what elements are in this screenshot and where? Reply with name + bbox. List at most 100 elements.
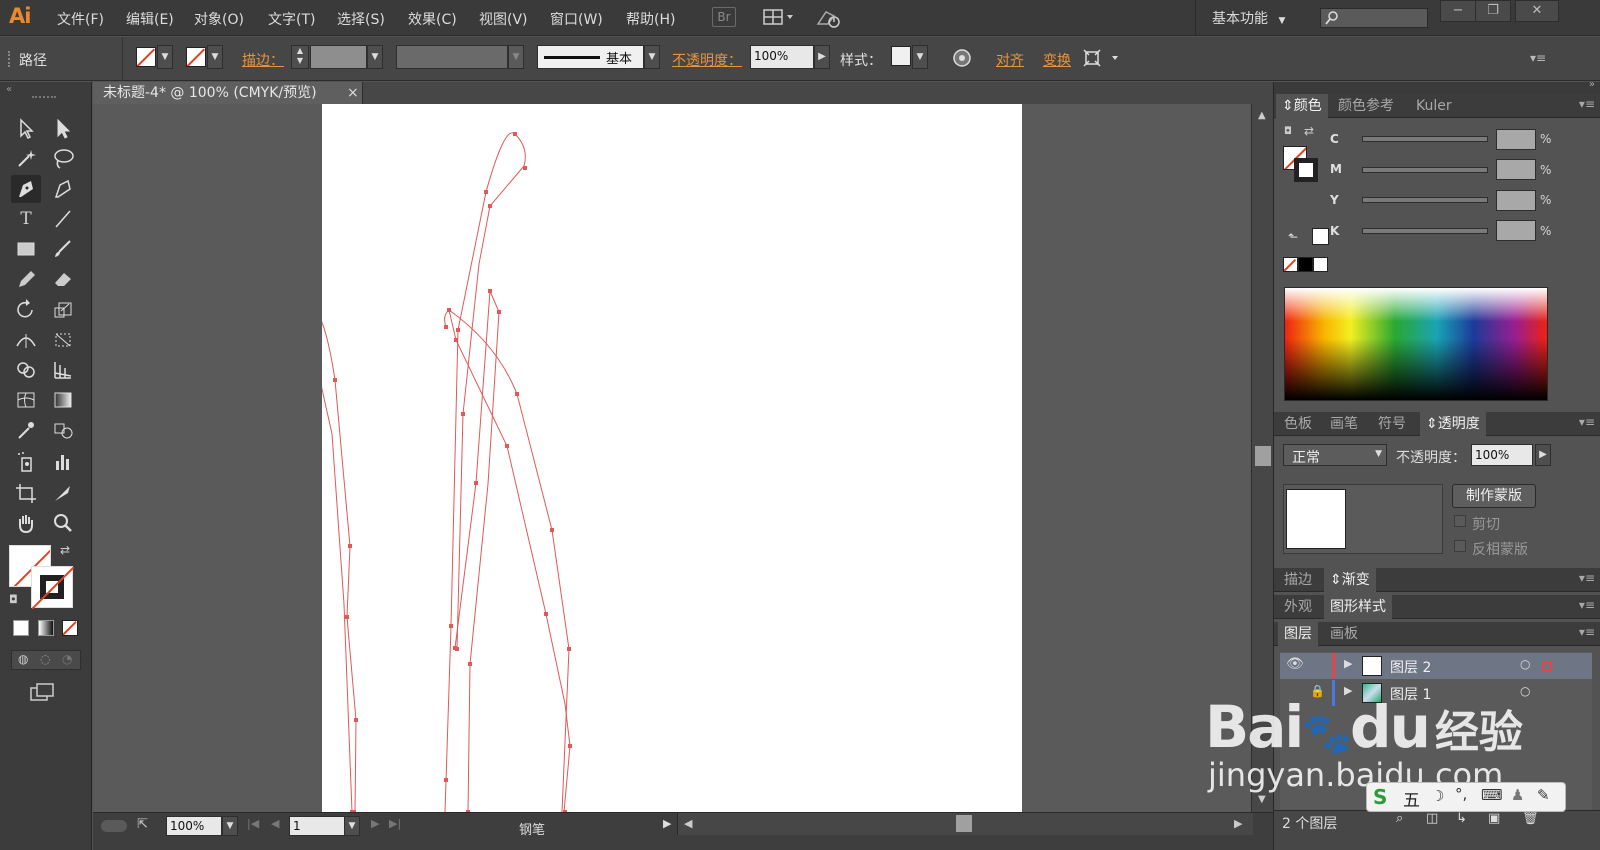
eraser-tool[interactable] (48, 265, 78, 293)
anchor-point[interactable] (497, 310, 501, 314)
ime-toolbar[interactable]: S 五 ☽ °, ⌨ ♟ ✎ (1366, 782, 1566, 812)
swap-fill-stroke-icon[interactable]: ⇄ (60, 543, 70, 557)
new-layer-icon[interactable]: ▣ (1488, 811, 1500, 826)
scroll-down-icon[interactable]: ▼ (1258, 794, 1266, 805)
scroll-left-icon[interactable]: ◀ (684, 817, 692, 830)
color-mode-button[interactable] (13, 620, 29, 636)
close-button[interactable]: ✕ (1515, 0, 1559, 22)
anchor-point[interactable] (453, 646, 457, 650)
shape-builder-tool[interactable] (11, 356, 41, 384)
artboard[interactable] (322, 104, 1022, 812)
stroke-weight-input[interactable] (310, 45, 367, 69)
anchor-point[interactable] (468, 662, 472, 666)
prev-artboard-icon[interactable]: ◀ (271, 817, 279, 830)
type-tool[interactable]: T (11, 205, 41, 233)
zoom-dropdown[interactable]: ▼ (222, 816, 238, 836)
out-of-gamut-icon[interactable]: ⬑ (1288, 230, 1298, 244)
none-mode-button[interactable] (62, 620, 78, 636)
channel-k-input[interactable] (1496, 220, 1536, 241)
anchor-point[interactable] (513, 132, 517, 136)
pen-path-left[interactable] (322, 318, 357, 812)
anchor-point[interactable] (444, 325, 448, 329)
magic-wand-tool[interactable] (11, 144, 41, 172)
tab-artboards[interactable]: 画板 (1324, 622, 1364, 646)
punctuation-icon[interactable]: °, (1455, 785, 1467, 803)
ime-mode-label[interactable]: 五 (1403, 786, 1420, 811)
tab-appearance[interactable]: 外观 (1278, 595, 1318, 619)
anchor-point[interactable] (488, 289, 492, 293)
color-spectrum[interactable] (1284, 287, 1548, 401)
none-color-chip[interactable] (1283, 257, 1298, 272)
anchor-point[interactable] (345, 615, 349, 619)
target-circle-icon[interactable]: ○ (1520, 657, 1530, 671)
tab-graphic-styles[interactable]: 图形样式 (1324, 595, 1392, 619)
next-artboard-icon[interactable]: ▶ (371, 817, 379, 830)
anchor-points[interactable] (322, 132, 572, 812)
rotate-tool[interactable] (11, 296, 41, 324)
opacity-flyout[interactable]: ▶ (814, 45, 830, 69)
channel-m-input[interactable] (1496, 159, 1536, 180)
stroke-swatch[interactable] (186, 47, 206, 67)
user-icon[interactable]: ♟ (1511, 786, 1524, 804)
menu-file[interactable]: 文件(F) (57, 9, 104, 29)
menu-view[interactable]: 视图(V) (479, 9, 528, 29)
scale-tool[interactable] (48, 296, 78, 324)
panel-opacity-input[interactable]: 100% (1471, 444, 1533, 466)
screen-mode-button[interactable] (30, 682, 56, 702)
close-tab-button[interactable]: × (347, 82, 359, 104)
anchor-point[interactable] (348, 544, 352, 548)
export-icon[interactable]: ⇱ (137, 817, 148, 832)
menu-object[interactable]: 对象(O) (194, 9, 244, 29)
channel-c-slider[interactable] (1362, 136, 1488, 142)
panel-menu-icon[interactable]: ▾≡ (1579, 625, 1595, 639)
locate-object-icon[interactable]: ⌕ (1396, 811, 1403, 826)
channel-k-slider[interactable] (1362, 228, 1488, 234)
gradient-tool[interactable] (48, 386, 78, 414)
blend-tool[interactable] (48, 416, 78, 444)
make-mask-button[interactable]: 制作蒙版 (1452, 484, 1536, 508)
anchor-point[interactable] (550, 528, 554, 532)
channel-y-input[interactable] (1496, 190, 1536, 211)
anchor-point[interactable] (568, 744, 572, 748)
restore-button[interactable]: ❐ (1475, 0, 1511, 22)
tab-color[interactable]: ⇕颜色 (1276, 94, 1328, 118)
stroke-color-box[interactable] (31, 566, 74, 609)
tab-brushes[interactable]: 画笔 (1324, 412, 1364, 436)
tab-transparency[interactable]: ⇕透明度 (1420, 412, 1486, 436)
swap-colors-icon[interactable]: ⇄ (1304, 124, 1314, 138)
trash-icon[interactable]: 🗑 (1522, 811, 1539, 826)
eye-visibility-icon[interactable]: 👁 (1286, 656, 1304, 672)
tab-layers[interactable]: 图层 (1278, 622, 1318, 646)
anchor-point[interactable] (454, 338, 458, 342)
black-color-chip[interactable] (1298, 257, 1313, 272)
pencil-tool[interactable] (11, 265, 41, 293)
blend-mode-select[interactable]: 正常 ▼ (1283, 444, 1387, 466)
fill-dropdown[interactable]: ▼ (157, 45, 173, 69)
document-tab[interactable]: 未标题-4* @ 100% (CMYK/预览) × (93, 82, 363, 104)
anchor-point[interactable] (333, 378, 337, 382)
last-color-swatch[interactable] (1312, 228, 1329, 245)
anchor-point[interactable] (523, 166, 527, 170)
graphic-style-swatch[interactable] (891, 46, 911, 66)
tab-kuler[interactable]: Kuler (1410, 94, 1458, 118)
layer-name[interactable]: 图层 2 (1390, 657, 1431, 677)
fill-swatch[interactable] (136, 47, 156, 67)
perspective-grid-tool[interactable] (48, 356, 78, 384)
anchor-point[interactable] (456, 328, 460, 332)
eyedropper-tool[interactable] (11, 416, 41, 444)
draw-normal-icon[interactable]: ◍ (18, 652, 28, 666)
column-graph-tool[interactable] (48, 448, 78, 476)
workspace-switcher[interactable]: 基本功能 ▼ (1212, 8, 1285, 28)
panel-menu-icon[interactable]: ▾≡ (1579, 598, 1595, 612)
pen-path-center-b[interactable] (444, 309, 571, 812)
artboard-number-input[interactable]: 1 (289, 816, 345, 836)
default-colors-icon[interactable]: ◘ (9, 593, 18, 606)
stroke-dropdown[interactable]: ▼ (207, 45, 223, 69)
align-panel-link[interactable]: 对齐 (996, 50, 1024, 70)
selection-tool[interactable] (11, 114, 41, 142)
tab-stroke[interactable]: 描边 (1278, 568, 1318, 592)
menu-type[interactable]: 文字(T) (268, 9, 315, 29)
first-artboard-icon[interactable]: |◀ (247, 817, 259, 830)
mesh-tool[interactable] (11, 386, 41, 414)
control-bar-menu-icon[interactable]: ▾≡ (1530, 51, 1546, 65)
